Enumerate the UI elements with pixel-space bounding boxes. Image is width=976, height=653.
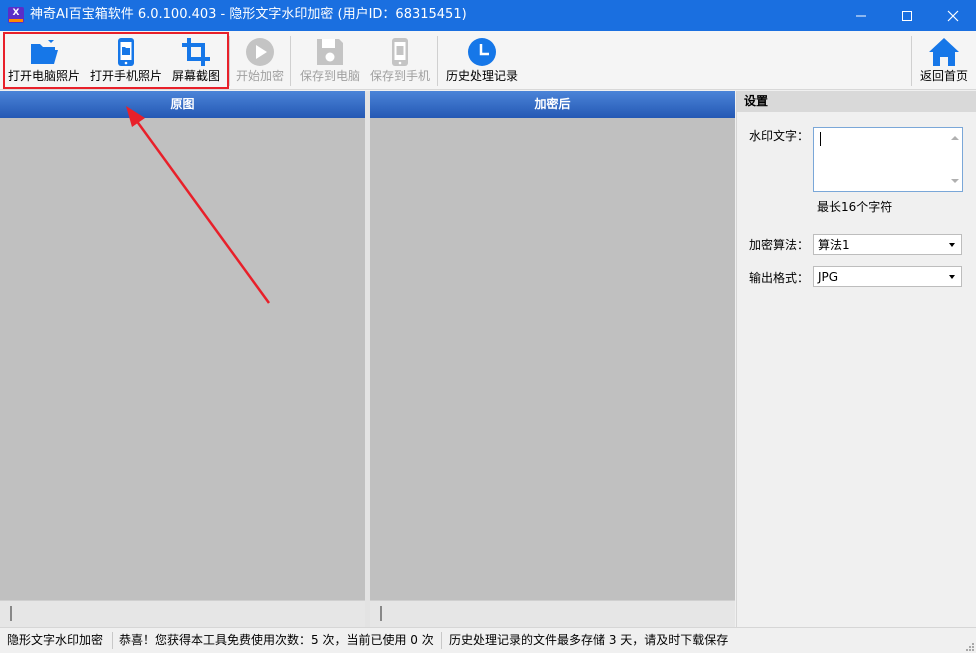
settings-title: 设置 — [737, 91, 976, 112]
toolbar: 打开电脑照片 打开手机照片 屏幕截图 开始加密 保存到电脑 保存到手机 历史处理… — [0, 31, 976, 90]
status-bar: 隐形文字水印加密 恭喜！您获得本工具免费使用次数：5 次，当前已使用 0 次 历… — [0, 627, 976, 653]
status-storage: 历史处理记录的文件最多存储 3 天，请及时下载保存 — [449, 633, 729, 647]
toolbar-separator — [911, 36, 912, 86]
title-bar: X 神奇AI百宝箱软件 6.0.100.403 - 隐形文字水印加密 (用户ID… — [0, 0, 976, 31]
watermark-hint: 最长16个字符 — [817, 200, 893, 214]
status-usage: 恭喜！您获得本工具免费使用次数：5 次，当前已使用 0 次 — [119, 633, 434, 647]
scroll-up-icon — [951, 136, 959, 140]
status-mode: 隐形文字水印加密 — [7, 633, 104, 647]
maximize-button[interactable] — [884, 0, 930, 31]
close-icon — [947, 10, 959, 22]
encrypted-panel-scrollbar[interactable] — [370, 600, 735, 627]
original-panel-title: 原图 — [0, 91, 365, 118]
phone-save-icon — [392, 38, 408, 66]
crop-icon — [182, 38, 210, 66]
scroll-down-icon — [951, 179, 959, 183]
original-image-panel[interactable]: 原图 — [0, 91, 365, 627]
screenshot-button[interactable]: 屏幕截图 — [166, 31, 226, 90]
save-icon — [317, 39, 343, 65]
chevron-down-icon — [949, 275, 955, 279]
algorithm-select[interactable]: 算法1 — [813, 234, 962, 255]
watermark-text-input[interactable] — [813, 127, 963, 192]
start-encrypt-button[interactable]: 开始加密 — [232, 31, 288, 90]
home-button[interactable]: 返回首页 — [914, 31, 974, 90]
watermark-input-scrollbar[interactable] — [948, 128, 962, 191]
play-icon — [246, 38, 274, 66]
text-caret — [820, 132, 821, 146]
format-label: 输出格式： — [749, 271, 810, 285]
home-icon — [929, 38, 959, 66]
open-pc-photo-button[interactable]: 打开电脑照片 — [6, 31, 82, 90]
chevron-down-icon — [949, 243, 955, 247]
open-phone-photo-button[interactable]: 打开手机照片 — [88, 31, 164, 90]
save-to-pc-button[interactable]: 保存到电脑 — [296, 31, 364, 90]
window-title: 神奇AI百宝箱软件 6.0.100.403 - 隐形文字水印加密 (用户ID：6… — [30, 7, 467, 22]
watermark-label: 水印文字： — [749, 129, 810, 143]
app-logo-icon: X — [8, 7, 24, 23]
toolbar-separator — [290, 36, 291, 86]
minimize-icon — [856, 15, 866, 17]
toolbar-separator — [437, 36, 438, 86]
clock-icon — [468, 38, 496, 66]
phone-icon — [118, 38, 134, 66]
original-panel-scrollbar[interactable] — [0, 600, 365, 627]
close-button[interactable] — [930, 0, 976, 31]
resize-grip-icon[interactable] — [964, 641, 974, 651]
open-folder-icon — [31, 40, 58, 64]
encrypted-image-panel[interactable]: 加密后 — [370, 91, 735, 627]
history-button[interactable]: 历史处理记录 — [442, 31, 522, 90]
output-format-select[interactable]: JPG — [813, 266, 962, 287]
minimize-button[interactable] — [838, 0, 884, 31]
encrypted-panel-title: 加密后 — [370, 91, 735, 118]
save-to-phone-button[interactable]: 保存到手机 — [366, 31, 434, 90]
toolbar-separator — [229, 36, 230, 86]
settings-panel: 设置 水印文字： 最长16个字符 加密算法： 算法1 输出格式： JPG — [736, 91, 976, 627]
maximize-icon — [902, 11, 912, 21]
algorithm-label: 加密算法： — [749, 238, 810, 252]
